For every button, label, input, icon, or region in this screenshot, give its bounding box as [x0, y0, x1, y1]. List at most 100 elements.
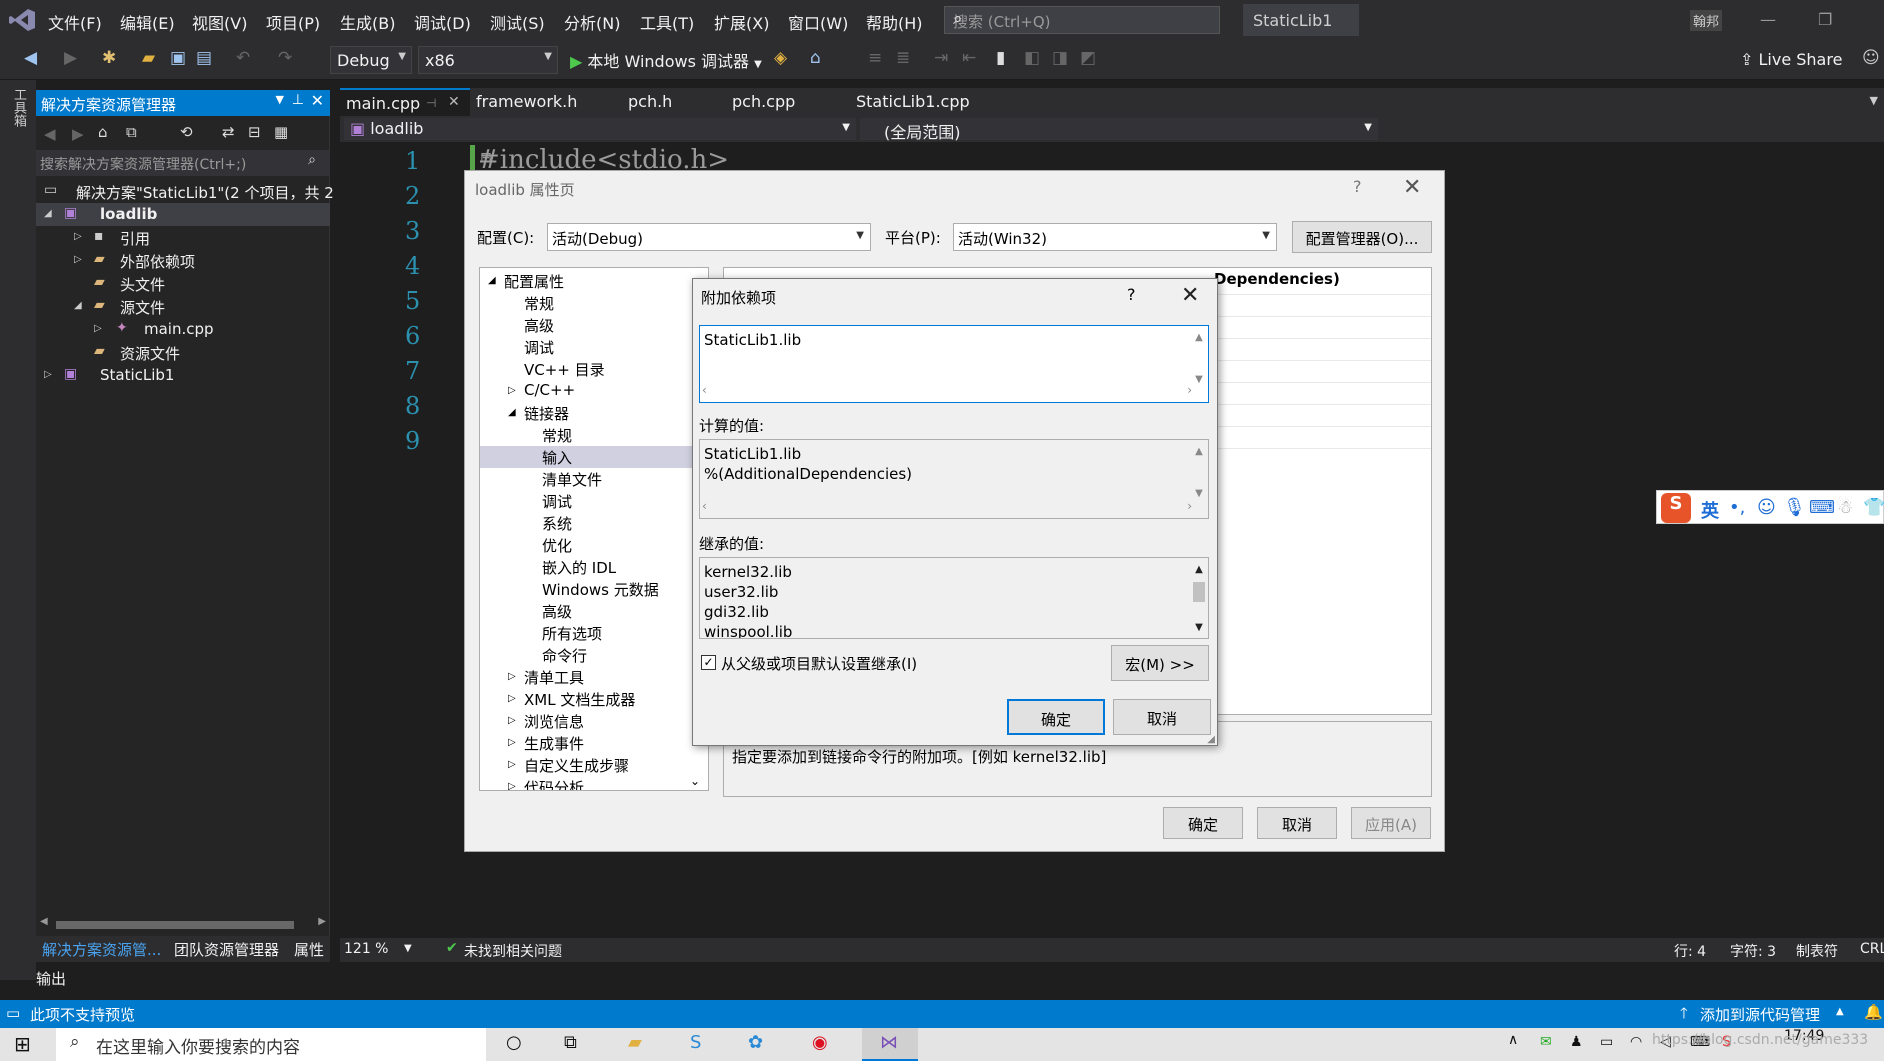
tree-advanced[interactable]: 高级 — [480, 314, 708, 336]
solution-platform-select[interactable]: x86 ▼ — [418, 46, 558, 74]
back-icon[interactable]: ◀ — [24, 48, 37, 68]
emoji-icon[interactable]: ☺ — [1757, 497, 1776, 518]
inherit-checkbox-label[interactable]: 从父级或项目默认设置继承(I) — [721, 653, 917, 674]
tab-main-cpp[interactable]: main.cpp ⊣ ✕ — [340, 88, 470, 116]
tab-team-explorer[interactable]: 团队资源管理器 — [174, 939, 279, 960]
close-icon[interactable]: ✕ — [1403, 175, 1421, 200]
tree-debugging[interactable]: 调试 — [480, 336, 708, 358]
collapse-all-icon[interactable]: ⊟ — [248, 123, 261, 141]
tree-embedded-idl[interactable]: 嵌入的 IDL — [480, 556, 708, 578]
attach-icon[interactable]: ◈ — [774, 48, 787, 68]
sogou-logo-icon[interactable]: S — [1661, 493, 1691, 523]
solution-config-select[interactable]: Debug ▼ — [330, 46, 412, 74]
tab-pch-cpp[interactable]: pch.cpp — [726, 88, 801, 116]
tree-config-properties[interactable]: ◢ 配置属性 — [480, 270, 708, 292]
qq-icon[interactable]: ♟ — [1570, 1034, 1583, 1050]
horizontal-scrollbar[interactable]: ‹ › — [702, 380, 1192, 400]
tree-source-files[interactable]: ◢ ▰ 源文件 — [36, 295, 330, 318]
tree-references[interactable]: ▷ ▪ 引用 — [36, 226, 330, 249]
scroll-right-icon[interactable]: › — [1187, 496, 1192, 516]
comment-icon[interactable]: ≡ — [868, 48, 882, 68]
macro-button[interactable]: 宏(M) >> — [1111, 645, 1209, 681]
tree-linker-input[interactable]: 输入 — [480, 446, 708, 468]
tree-manifest-file[interactable]: 清单文件 — [480, 468, 708, 490]
tree-linker[interactable]: ◢ 链接器 — [480, 402, 708, 424]
menu-debug[interactable]: 调试(D) — [414, 10, 471, 34]
redo-icon[interactable]: ↷ — [278, 48, 292, 68]
show-all-files-icon[interactable]: ▦ — [274, 123, 288, 141]
tab-pch-h[interactable]: pch.h — [622, 88, 678, 116]
scroll-up-icon[interactable]: ▲ — [1192, 442, 1206, 462]
windows-start-icon[interactable]: ⊞ — [14, 1032, 31, 1056]
tab-overflow-icon[interactable]: ▼ — [1870, 94, 1878, 107]
scroll-thumb[interactable] — [1193, 582, 1205, 602]
menu-help[interactable]: 帮助(H) — [866, 10, 923, 34]
tree-custom-build-step[interactable]: ▷ 自定义生成步骤 — [480, 754, 708, 776]
pin-icon[interactable]: ⊥ — [292, 92, 304, 108]
platform-select[interactable]: 活动(Win32) ▼ — [953, 223, 1277, 251]
app-icon[interactable]: ✿ — [748, 1032, 763, 1053]
uncomment-icon[interactable]: ≣ — [896, 48, 910, 68]
project-nav-select[interactable]: ▣ loadlib ▼ — [344, 118, 856, 140]
tree-external-deps[interactable]: ▷ ▰ 外部依赖项 — [36, 249, 330, 272]
task-view-icon[interactable]: ⧉ — [564, 1032, 577, 1053]
live-share-button[interactable]: ⇪ Live Share — [1740, 50, 1842, 69]
battery-icon[interactable]: ▭ — [1600, 1034, 1613, 1050]
add-to-source-control[interactable]: 添加到源代码管理 — [1700, 1004, 1820, 1025]
menu-project[interactable]: 项目(P) — [266, 10, 320, 34]
scroll-thumb[interactable] — [56, 921, 294, 929]
feedback-icon[interactable]: ☺ — [1862, 48, 1880, 68]
menu-extensions[interactable]: 扩展(X) — [714, 10, 769, 34]
scroll-left-icon[interactable]: ‹ — [702, 499, 707, 513]
vertical-scrollbar[interactable]: ▲ ▼ — [1192, 442, 1206, 502]
tab-framework-h[interactable]: framework.h — [470, 88, 583, 116]
save-icon[interactable]: ▣ — [170, 48, 186, 68]
minimize-icon[interactable]: — — [1760, 10, 1776, 29]
browser-link-icon[interactable]: ⌂ — [810, 48, 821, 68]
tree-linker-advanced[interactable]: 高级 — [480, 600, 708, 622]
menu-file[interactable]: 文件(F) — [48, 10, 102, 34]
toolbox-tab[interactable]: 工具箱 — [9, 88, 28, 127]
tree-code-analysis[interactable]: ▷ 代码分析 — [480, 776, 708, 790]
save-all-icon[interactable]: ▤ — [196, 48, 212, 68]
tree-linker-general[interactable]: 常规 — [480, 424, 708, 446]
clear-bookmarks-icon[interactable]: ◩ — [1080, 48, 1096, 68]
scroll-up-icon[interactable]: ▲ — [1192, 328, 1206, 348]
user-avatar[interactable]: 翰邦 — [1690, 10, 1723, 31]
home-icon[interactable]: ⌂ — [98, 123, 108, 141]
horizontal-scrollbar[interactable]: ‹ › — [702, 496, 1192, 516]
scroll-left-icon[interactable]: ◀ — [40, 916, 48, 927]
forward-icon[interactable]: ▶ — [64, 48, 77, 68]
tray-chevron-icon[interactable]: ∧ — [1508, 1032, 1518, 1048]
taskbar-search-input[interactable]: ⌕ 在这里输入你要搜索的内容 — [56, 1028, 486, 1061]
scroll-right-icon[interactable]: ▶ — [318, 916, 326, 927]
inherit-checkbox[interactable]: ✓ — [701, 655, 716, 670]
vertical-scrollbar[interactable]: ▲ ▼ — [1192, 560, 1206, 636]
close-icon[interactable]: ✕ — [1181, 283, 1199, 308]
menu-view[interactable]: 视图(V) — [192, 10, 247, 34]
microphone-icon[interactable]: 🎙 — [1783, 497, 1806, 518]
outdent-icon[interactable]: ⇤ — [962, 48, 976, 68]
wechat-icon[interactable]: ✉ — [1540, 1034, 1552, 1050]
punctuation-icon[interactable]: •, — [1729, 497, 1745, 518]
tab-properties[interactable]: 属性 — [294, 939, 324, 960]
netease-music-icon[interactable]: ◉ — [812, 1032, 828, 1053]
cancel-button[interactable]: 取消 — [1257, 807, 1337, 839]
scroll-right-icon[interactable]: › — [1187, 380, 1192, 400]
forward-icon[interactable]: ▶ — [72, 125, 84, 143]
user-icon[interactable]: ☃ — [1837, 497, 1853, 518]
tree-vc-directories[interactable]: VC++ 目录 — [480, 358, 708, 380]
tree-build-events[interactable]: ▷ 生成事件 — [480, 732, 708, 754]
solution-search-input[interactable]: 搜索解决方案资源管理器(Ctrl+;) ⌕ — [36, 150, 330, 176]
cancel-button[interactable]: 取消 — [1113, 699, 1211, 735]
tree-project-loadlib[interactable]: ◢ ▣ loadlib — [36, 203, 330, 226]
tree-optimization[interactable]: 优化 — [480, 534, 708, 556]
switch-views-icon[interactable]: ⧉ — [126, 123, 137, 141]
scroll-down-icon[interactable]: ▼ — [1192, 370, 1206, 390]
back-icon[interactable]: ◀ — [44, 125, 56, 143]
cortana-icon[interactable]: ○ — [506, 1032, 522, 1053]
close-icon[interactable]: ✕ — [448, 94, 460, 110]
tree-all-options[interactable]: 所有选项 — [480, 622, 708, 644]
start-debugging-button[interactable]: ▶ 本地 Windows 调试器 ▼ — [570, 48, 762, 72]
tree-command-line[interactable]: 命令行 — [480, 644, 708, 666]
